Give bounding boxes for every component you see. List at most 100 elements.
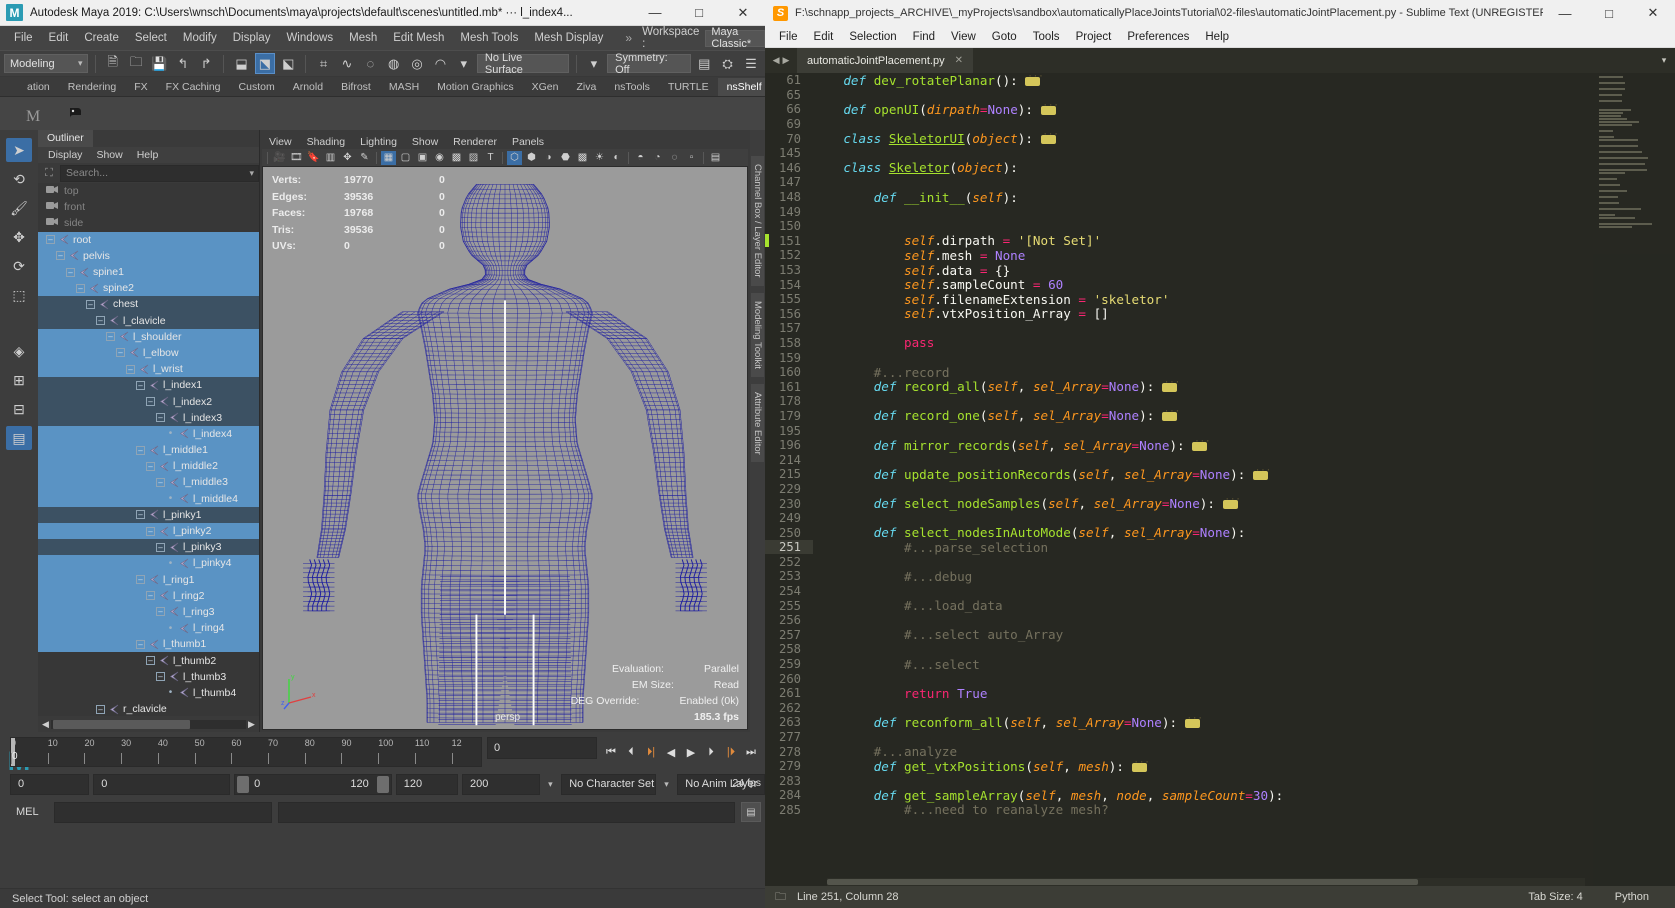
- outliner-layout-icon[interactable]: ▤: [6, 426, 32, 450]
- code-line[interactable]: 157: [765, 321, 1675, 336]
- outliner-row-l_middle4[interactable]: •l_middle4: [38, 491, 259, 507]
- xray-icon[interactable]: ▩: [449, 151, 464, 165]
- code-line[interactable]: 149: [765, 204, 1675, 219]
- shelf-tab-nsshelf[interactable]: nsShelf: [718, 78, 765, 96]
- code-line[interactable]: 252: [765, 555, 1675, 570]
- next-key-icon[interactable]: |⏵: [723, 742, 739, 762]
- outliner-row-l_ring3[interactable]: –l_ring3: [38, 604, 259, 620]
- snap-point-icon[interactable]: ◌: [360, 53, 380, 74]
- code-line[interactable]: 153 self.data = {}: [765, 263, 1675, 278]
- viewport-menu-view[interactable]: View: [262, 136, 299, 148]
- dock-tab-channel-box[interactable]: Channel Box / Layer Editor: [751, 156, 764, 286]
- tree-collapse-icon[interactable]: –: [106, 332, 115, 341]
- outliner-row-l_pinky2[interactable]: –l_pinky2: [38, 523, 259, 539]
- outliner-row-l_ring4[interactable]: •l_ring4: [38, 620, 259, 636]
- select-hierarchy-icon[interactable]: ⬓: [231, 53, 251, 74]
- select-component-icon[interactable]: ⬕: [278, 53, 298, 74]
- menu-mesh[interactable]: Mesh: [341, 29, 385, 47]
- viewport-menu-show[interactable]: Show: [405, 136, 445, 148]
- tree-collapse-icon[interactable]: –: [86, 300, 95, 309]
- time-slider[interactable]: 0 010203040506070809010011012 0 ⏮ ⏴ ⏵| ◀…: [10, 737, 765, 767]
- code-line[interactable]: 214: [765, 452, 1675, 467]
- mel-label[interactable]: MEL: [10, 806, 48, 818]
- outliner-row-l_thumb2[interactable]: –l_thumb2: [38, 652, 259, 668]
- range-slider-left-grip[interactable]: [237, 776, 249, 793]
- scale-tool-icon[interactable]: ⬚: [6, 283, 32, 307]
- tree-collapse-icon[interactable]: –: [146, 656, 155, 665]
- hardware-texturing-icon[interactable]: ▩: [575, 151, 590, 165]
- menu-find[interactable]: Find: [905, 29, 943, 45]
- menu-selection[interactable]: Selection: [841, 29, 904, 45]
- shelf-tab-fx[interactable]: FX: [125, 78, 156, 96]
- chevron-down-icon[interactable]: ▾: [660, 779, 674, 790]
- tree-collapse-icon[interactable]: –: [76, 284, 85, 293]
- outliner-tab[interactable]: Outliner: [38, 130, 93, 147]
- outliner-row-r_clavicle[interactable]: –r_clavicle: [38, 701, 259, 716]
- code-line[interactable]: 258: [765, 642, 1675, 657]
- chevron-left-icon[interactable]: ◀: [773, 55, 780, 66]
- shelf-tab-rendering[interactable]: Rendering: [59, 78, 125, 96]
- gate-mask-icon[interactable]: ◉: [432, 151, 447, 165]
- code-line[interactable]: 152 self.mesh = None: [765, 248, 1675, 263]
- outliner-menu-display[interactable]: Display: [42, 148, 88, 162]
- outliner-row-l_elbow[interactable]: –l_elbow: [38, 345, 259, 361]
- mel-result-output[interactable]: [278, 802, 735, 823]
- outliner-row-pelvis[interactable]: –pelvis: [38, 248, 259, 264]
- lasso-tool-icon[interactable]: ⟲: [6, 167, 32, 191]
- code-line[interactable]: 196 def mirror_records(self, sel_Array=N…: [765, 438, 1675, 453]
- make-live-icon[interactable]: ◠: [430, 53, 450, 74]
- code-line[interactable]: 147: [765, 175, 1675, 190]
- menu-modify[interactable]: Modify: [175, 29, 225, 47]
- shelf-tab-motion-graphics[interactable]: Motion Graphics: [428, 78, 522, 96]
- character-set-field[interactable]: No Character Set: [561, 774, 656, 795]
- dock-tab-modeling-toolkit[interactable]: Modeling Toolkit: [751, 293, 764, 377]
- play-backwards-icon[interactable]: ◀: [663, 742, 679, 762]
- menu-windows[interactable]: Windows: [278, 29, 341, 47]
- dock-tab-attribute-editor[interactable]: Attribute Editor: [751, 384, 764, 463]
- menu-edit[interactable]: Edit: [806, 29, 842, 45]
- shelf-tab-bifrost[interactable]: Bifrost: [332, 78, 380, 96]
- code-editor[interactable]: 61 def dev_rotatePlanar(): 6566 def open…: [765, 73, 1675, 886]
- maximize-icon[interactable]: □: [677, 0, 721, 25]
- go-to-start-icon[interactable]: ⏮: [603, 742, 619, 762]
- current-frame-field[interactable]: 0: [487, 737, 597, 759]
- smooth-shade-icon[interactable]: ⬢: [524, 151, 539, 165]
- code-line[interactable]: 279 def get_vtxPositions(self, mesh):: [765, 759, 1675, 774]
- chevron-down-icon[interactable]: ▾: [454, 53, 474, 74]
- code-line[interactable]: 229: [765, 482, 1675, 497]
- viewport-settings-icon[interactable]: ▫: [684, 151, 699, 165]
- snap-view-plane-icon[interactable]: ◎: [407, 53, 427, 74]
- tree-collapse-icon[interactable]: –: [136, 640, 145, 649]
- prev-key-icon[interactable]: ⏵|: [643, 742, 659, 762]
- tree-collapse-icon[interactable]: –: [146, 462, 155, 471]
- outliner-row-l_pinky4[interactable]: •l_pinky4: [38, 555, 259, 571]
- code-line[interactable]: 260: [765, 671, 1675, 686]
- code-lines[interactable]: 61 def dev_rotatePlanar(): 6566 def open…: [765, 73, 1675, 886]
- outliner-row-root[interactable]: –root: [38, 232, 259, 248]
- editor-hscrollbar[interactable]: [827, 878, 1585, 886]
- code-fold-icon[interactable]: [1025, 77, 1040, 86]
- code-line[interactable]: 178: [765, 394, 1675, 409]
- snap-curve-icon[interactable]: ∿: [337, 53, 357, 74]
- shelf-tab-animation[interactable]: ation: [18, 78, 59, 96]
- outliner-row-spine2[interactable]: –spine2: [38, 280, 259, 296]
- snap-grid-icon[interactable]: ⌗: [313, 53, 333, 74]
- chevron-down-icon[interactable]: ▾: [544, 779, 558, 790]
- code-line[interactable]: 263 def reconform_all(self, sel_Array=No…: [765, 715, 1675, 730]
- anim-start-field[interactable]: 120: [396, 774, 458, 795]
- tree-collapse-icon[interactable]: –: [126, 365, 135, 374]
- tree-collapse-icon[interactable]: –: [136, 446, 145, 455]
- outliner-menu-help[interactable]: Help: [131, 148, 165, 162]
- outliner-row-l_thumb1[interactable]: –l_thumb1: [38, 636, 259, 652]
- editor-tab-automaticjointplacement[interactable]: automaticJointPlacement.py ✕: [797, 48, 973, 73]
- menu-create[interactable]: Create: [76, 29, 127, 47]
- image-plane-icon[interactable]: ▥: [323, 151, 338, 165]
- menu-help[interactable]: Help: [1197, 29, 1237, 45]
- outliner-row-l_ring2[interactable]: –l_ring2: [38, 588, 259, 604]
- redo-icon[interactable]: ↱: [196, 53, 216, 74]
- tree-collapse-icon[interactable]: –: [96, 316, 105, 325]
- undo-icon[interactable]: ↰: [173, 53, 193, 74]
- quad-layout-icon[interactable]: ◈: [6, 339, 32, 363]
- tree-collapse-icon[interactable]: –: [46, 235, 55, 244]
- code-line[interactable]: 250 def select_nodesInAutoMode(self, sel…: [765, 525, 1675, 540]
